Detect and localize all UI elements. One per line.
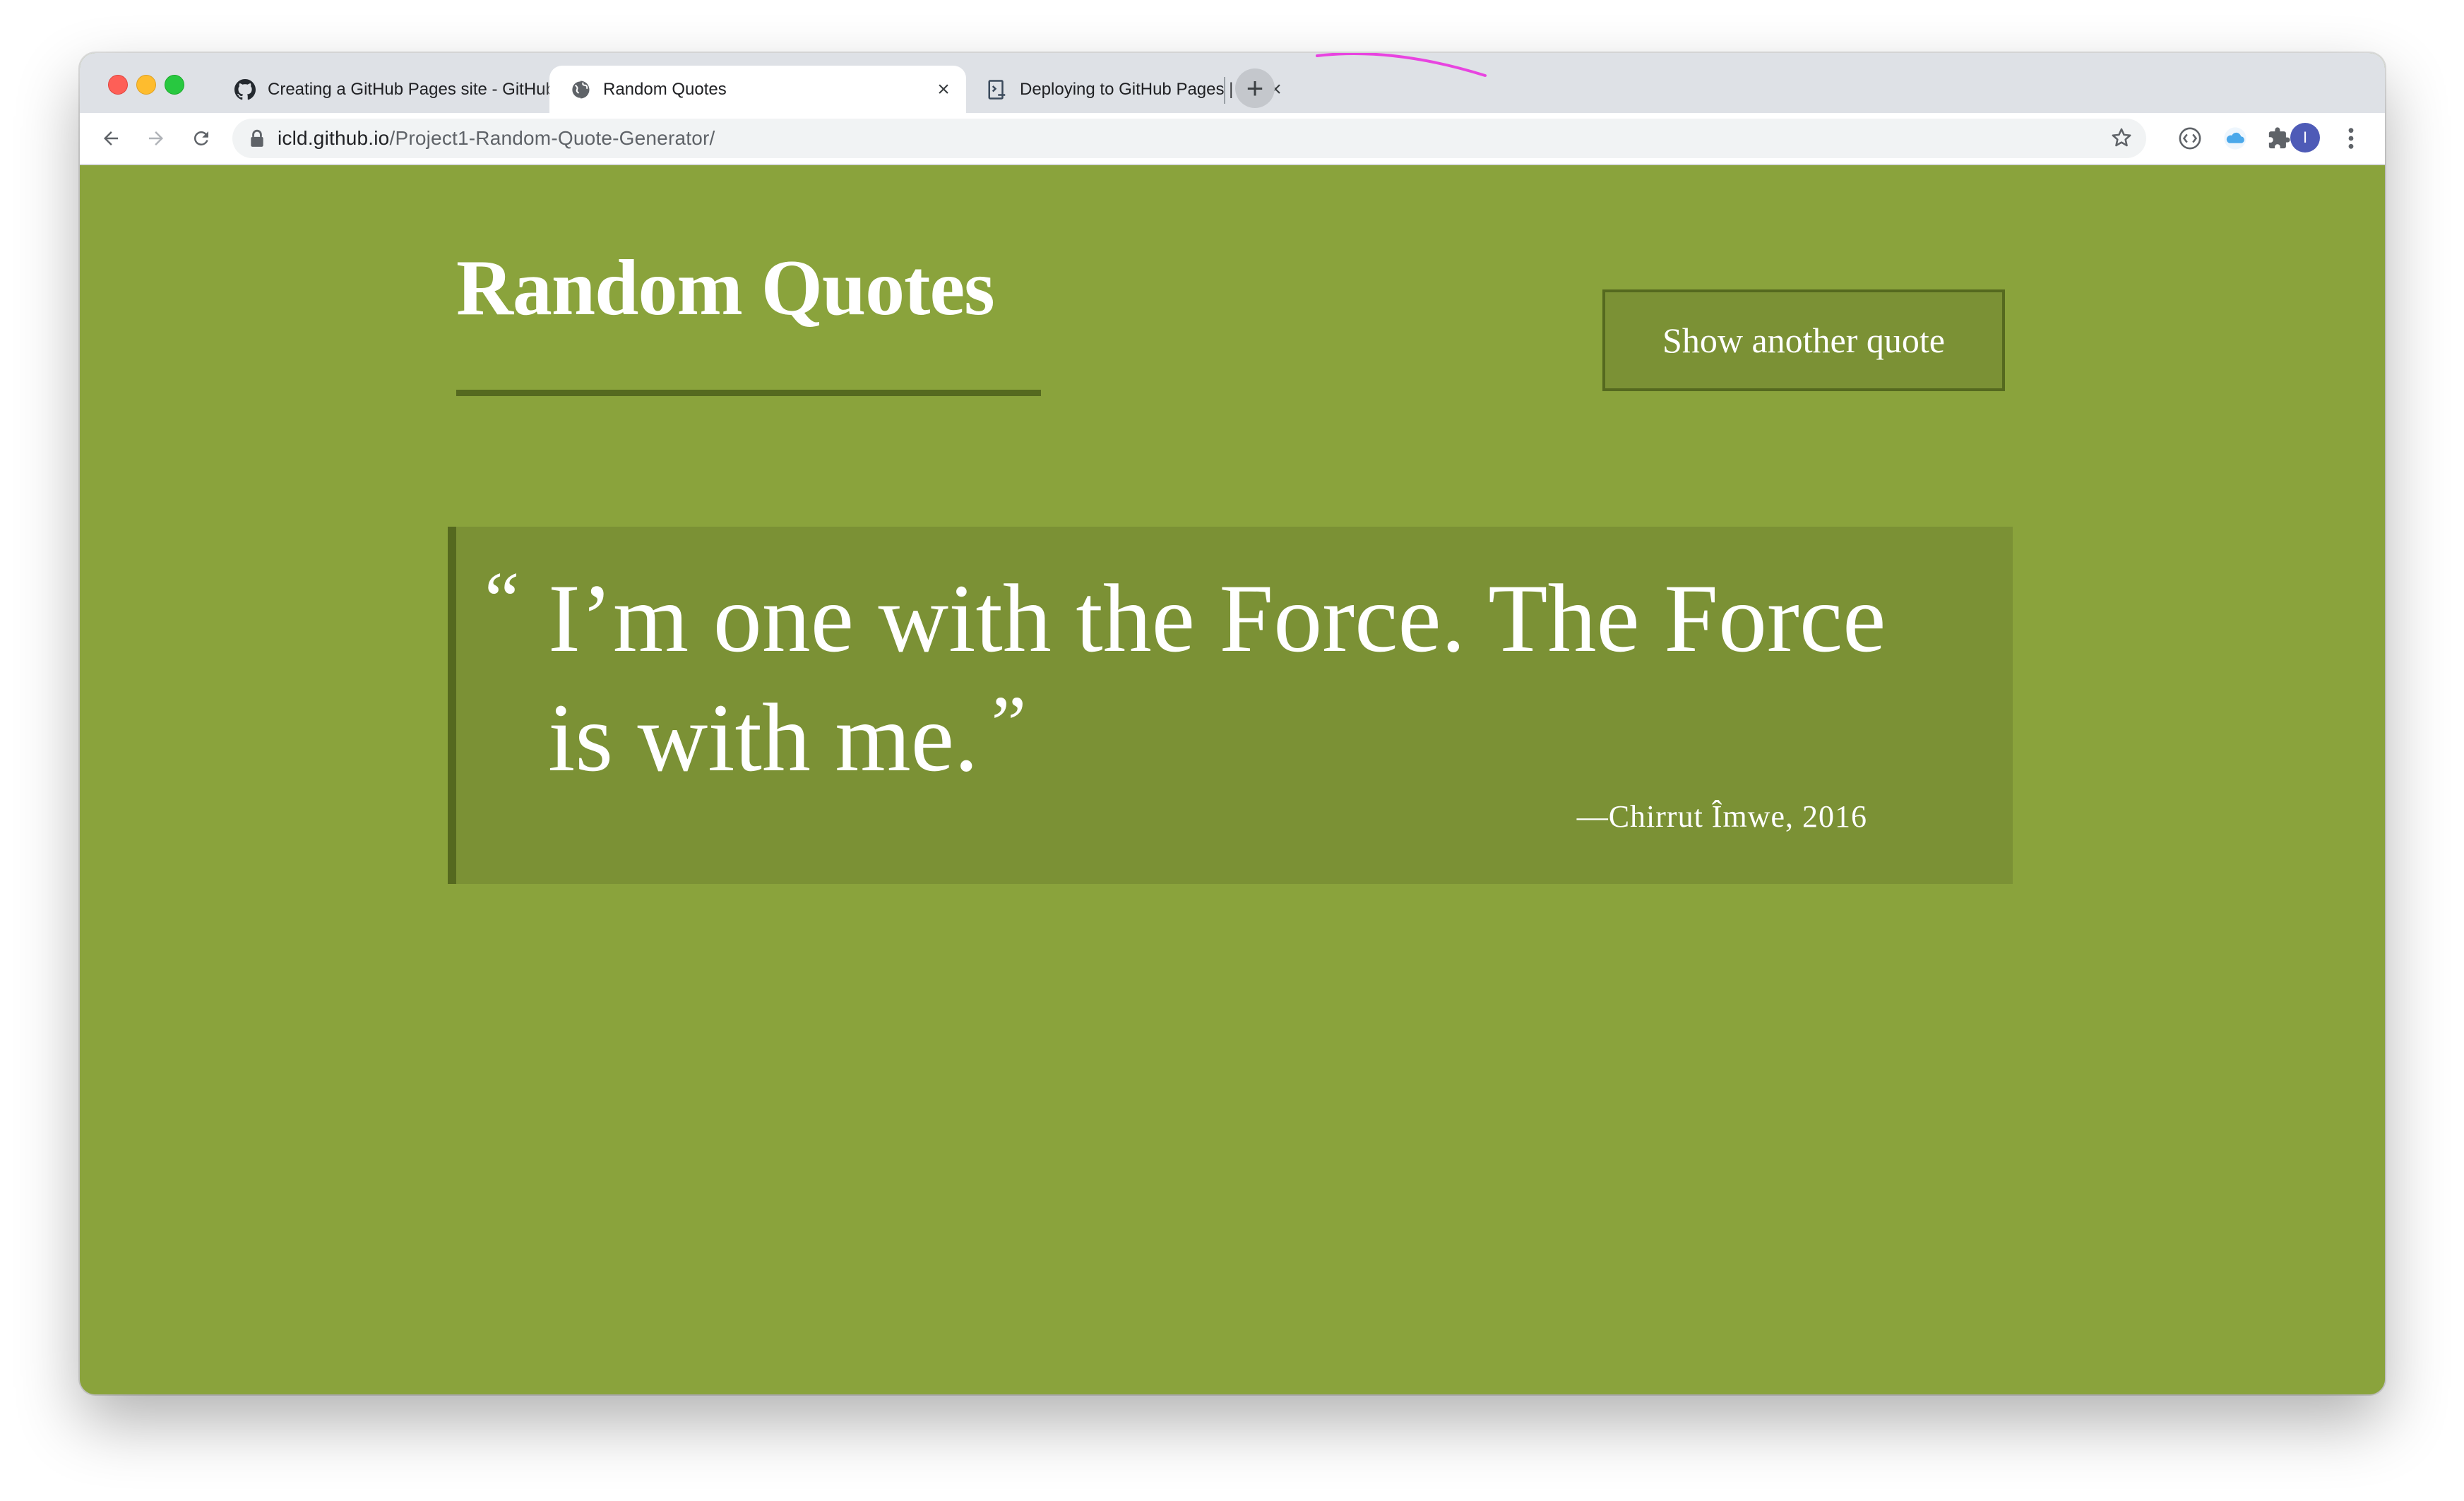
extension-code-icon[interactable] (2174, 123, 2206, 154)
github-icon (234, 78, 256, 101)
globe-icon (569, 78, 592, 101)
browser-toolbar: icld.github.io/Project1-Random-Quote-Gen… (80, 113, 2385, 165)
close-tab-icon[interactable]: × (931, 77, 956, 102)
address-bar[interactable]: icld.github.io/Project1-Random-Quote-Gen… (232, 119, 2146, 158)
pen-annotation-mark (1316, 53, 1487, 77)
page-title: Random Quotes (456, 244, 995, 332)
reload-button[interactable] (184, 121, 218, 155)
bookmark-star-icon[interactable] (2109, 126, 2133, 150)
url-path: /Project1-Random-Quote-Generator/ (389, 127, 715, 149)
fullscreen-window-button[interactable] (165, 75, 184, 95)
quote-text-block: I’m one with the Force. The Force is wit… (548, 566, 1960, 791)
docs-icon (986, 78, 1008, 101)
tab-title: Random Quotes (603, 79, 727, 99)
profile-avatar[interactable]: I (2290, 123, 2320, 153)
tab-title: Creating a GitHub Pages site - GitHub Do… (268, 79, 588, 99)
quote-text: I’m one with the Force. The Force is wit… (548, 564, 1886, 791)
tab-random-quotes[interactable]: Random Quotes × (549, 66, 966, 113)
quote-source: —Chirrut Îmwe, 2016 (1576, 799, 1867, 834)
tab-title: Deploying to GitHub Pages | Create React… (1020, 79, 1263, 99)
title-underline (456, 390, 1041, 396)
forward-button[interactable] (139, 121, 173, 155)
close-window-button[interactable] (108, 75, 128, 95)
arrow-left-icon (104, 131, 118, 145)
page-content: Random Quotes Show another quote “ I’m o… (80, 165, 2385, 1394)
lock-icon (249, 129, 265, 148)
cloud-icon[interactable] (2220, 123, 2251, 154)
url-text: icld.github.io/Project1-Random-Quote-Gen… (278, 127, 715, 150)
arrow-right-icon (149, 131, 163, 145)
quote-box: “ I’m one with the Force. The Force is w… (448, 527, 2013, 884)
back-button[interactable] (94, 121, 128, 155)
show-another-quote-button[interactable]: Show another quote (1602, 289, 2005, 391)
tab-strip: Creating a GitHub Pages site - GitHub Do… (80, 53, 2385, 113)
close-quote-mark: ” (991, 681, 1027, 768)
tab-separator (1224, 77, 1225, 104)
reload-icon (194, 131, 208, 145)
more-options-icon[interactable] (2337, 123, 2365, 154)
open-quote-mark: “ (484, 556, 520, 644)
new-tab-button[interactable]: + (1235, 68, 1275, 108)
url-host: icld.github.io (278, 127, 390, 149)
browser-window: Creating a GitHub Pages site - GitHub Do… (80, 53, 2385, 1394)
minimize-window-button[interactable] (136, 75, 156, 95)
